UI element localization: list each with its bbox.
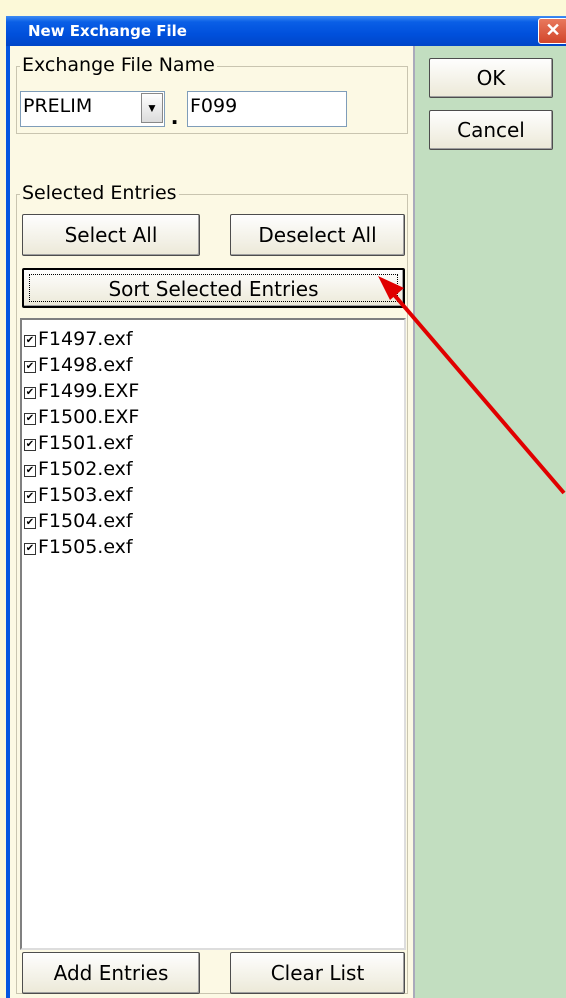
dialog-window: New Exchange File ✕ Exchange File Name P… [6,16,566,998]
arrow-head [378,276,404,300]
arrow-shaft [388,288,566,495]
annotation-arrow [378,276,566,495]
